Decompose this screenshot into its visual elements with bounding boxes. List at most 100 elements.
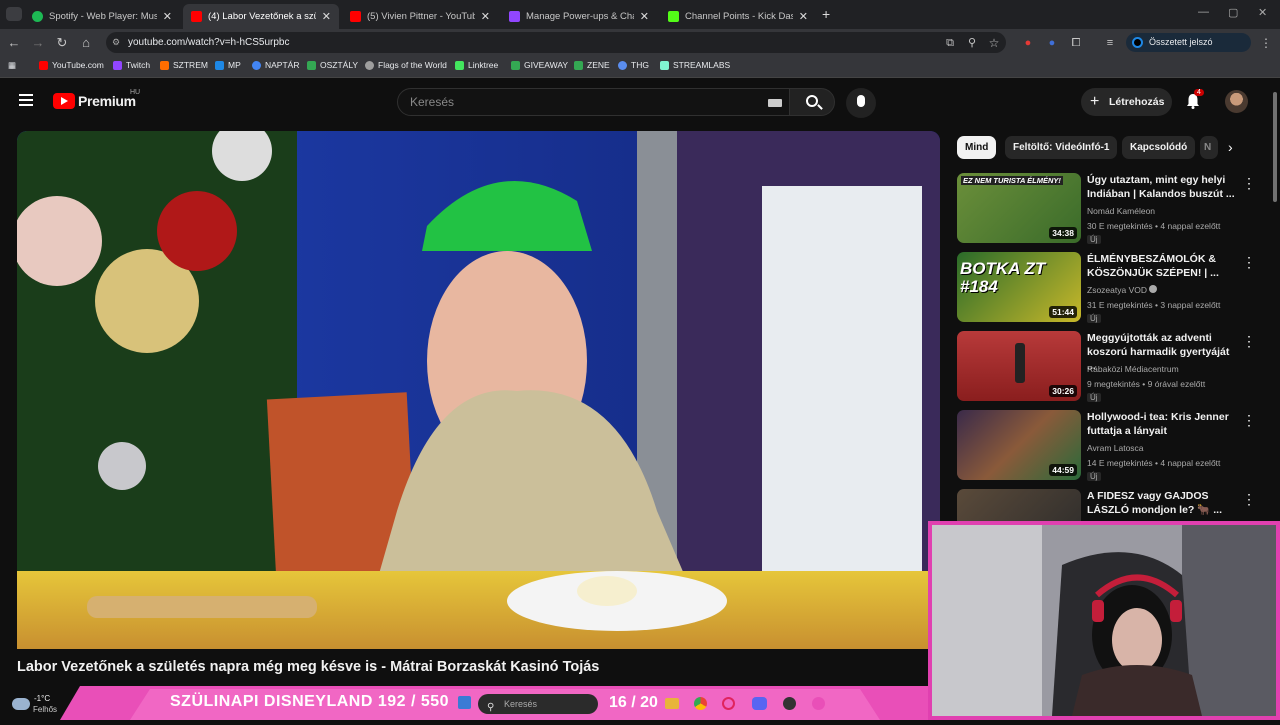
recommendation-item[interactable]: BOTKA ZT #184 51:44 ÉLMÉNYBESZÁMOLÓK & K… (957, 252, 1257, 324)
bookmark-icon (618, 60, 627, 70)
search-button[interactable] (789, 88, 835, 116)
zoom-icon[interactable]: ⚲ (963, 34, 981, 52)
rec-channel[interactable]: Rábaközi Médiacentrum (1087, 364, 1179, 374)
password-prompt-button[interactable]: Összetett jelszó megadása (1126, 33, 1251, 66)
maximize-button[interactable]: ▢ (1228, 6, 1238, 19)
taskbar-search[interactable]: ⚲ Keresés (478, 694, 598, 714)
reading-list-icon[interactable]: ≡ (1101, 34, 1119, 52)
bookmark-linktree[interactable]: Linktree (455, 60, 498, 70)
recommendation-item[interactable]: A FIDESZ vagy GAJDOS LÁSZLÓ mondjon le? … (957, 489, 1257, 521)
rec-title[interactable]: ÉLMÉNYBESZÁMOLÓK & KÖSZÖNJÜK SZÉPEN! | .… (1087, 252, 1237, 280)
recommendation-item[interactable]: 30:26 Meggyújtották az adventi koszorú h… (957, 331, 1257, 403)
rec-channel[interactable]: Avram Latosca (1087, 443, 1144, 453)
browser-menu-icon[interactable]: ⋮ (1257, 34, 1275, 52)
bookmark-streamlabs[interactable]: STREAMLABS (660, 60, 730, 70)
bookmark-giveaway[interactable]: GIVEAWAY (511, 60, 568, 70)
rec-title[interactable]: A FIDESZ vagy GAJDOS LÁSZLÓ mondjon le? … (1087, 489, 1237, 517)
url-bar[interactable]: ⚙ youtube.com/watch?v=h-hCS5urpbc (106, 32, 1006, 53)
recommendation-item[interactable]: 44:59 Hollywood-i tea: Kris Jenner futta… (957, 410, 1257, 482)
bookmark-twitch[interactable]: Twitch (113, 60, 150, 70)
discord-icon[interactable] (752, 697, 767, 710)
video-thumbnail[interactable]: 30:26 (957, 331, 1081, 401)
taskbar-search-placeholder: Keresés (504, 699, 538, 709)
bookmark-sztrem[interactable]: SZTREM (160, 60, 208, 70)
scrollbar-thumb[interactable] (1273, 92, 1277, 202)
close-icon[interactable]: ✕ (322, 10, 331, 23)
voice-search-button[interactable] (846, 88, 876, 118)
bookmark-label: SZTREM (173, 60, 208, 70)
tab-youtube-channel[interactable]: (5) Vivien Pittner - YouTube ✕ (342, 4, 498, 29)
chip-related[interactable]: Kapcsolódó (1122, 136, 1196, 159)
chip-all[interactable]: Mind (957, 136, 997, 159)
reload-button[interactable]: ↻ (53, 34, 71, 52)
logo-text[interactable]: Premium (78, 93, 136, 109)
tab-kick[interactable]: Channel Points - Kick Dashboar ✕ (660, 4, 816, 29)
chip-more[interactable]: N (1200, 136, 1218, 159)
video-thumbnail[interactable]: BOTKA ZT #184 51:44 (957, 252, 1081, 322)
youtube-icon (350, 11, 361, 22)
hamburger-menu-icon[interactable] (19, 94, 33, 96)
opera-icon[interactable] (722, 697, 735, 710)
bookmark-naptar[interactable]: NAPTÁR (252, 60, 299, 70)
video-thumbnail[interactable]: 44:59 (957, 410, 1081, 480)
weather-widget[interactable]: -1°C Felhős (0, 690, 62, 720)
extension-icon[interactable]: ● (1019, 34, 1037, 52)
bookmark-label: GIVEAWAY (524, 60, 569, 70)
video-duration: 44:59 (1049, 464, 1077, 476)
extension-icon[interactable]: ● (1043, 34, 1061, 52)
close-icon[interactable]: ✕ (799, 10, 808, 23)
avatar[interactable] (1225, 90, 1248, 113)
more-options-icon[interactable]: ⋮ (1242, 491, 1256, 508)
minimize-button[interactable]: — (1198, 6, 1209, 18)
home-icon[interactable]: ⌂ (77, 34, 95, 52)
search-input[interactable]: Keresés (397, 88, 790, 116)
more-options-icon[interactable]: ⋮ (1242, 333, 1256, 350)
video-thumbnail[interactable] (957, 489, 1081, 521)
apps-grid-icon[interactable]: ▦ (8, 60, 16, 71)
rec-channel-wrap[interactable]: Zsozeatya VOD (1087, 285, 1158, 295)
bookmark-star-icon[interactable]: ☆ (985, 34, 1003, 52)
video-thumbnail[interactable]: EZ NEM TURISTA ÉLMÉNY! 34:38 (957, 173, 1081, 243)
notifications-button[interactable]: 4 (1186, 89, 1204, 109)
tab-search-button[interactable] (6, 7, 22, 21)
extensions-puzzle-icon[interactable]: ⧠ (1067, 34, 1085, 52)
close-icon[interactable]: ✕ (640, 10, 649, 23)
more-options-icon[interactable]: ⋮ (1242, 175, 1256, 192)
video-player[interactable] (17, 131, 940, 649)
chip-uploader[interactable]: Feltöltő: VideóInfó-1 (1005, 136, 1118, 159)
rec-title[interactable]: Hollywood-i tea: Kris Jenner futtatja a … (1087, 410, 1237, 438)
bookmark-osztaly[interactable]: OSZTÁLY (307, 60, 358, 70)
tab-youtube-video[interactable]: (4) Labor Vezetőnek a születés ✕ (183, 4, 339, 29)
site-info-icon[interactable]: ⚙ (112, 32, 120, 53)
more-options-icon[interactable]: ⋮ (1242, 254, 1256, 271)
rec-channel[interactable]: Nomád Kaméleon (1087, 206, 1155, 216)
install-app-icon[interactable]: ⧉ (941, 34, 959, 52)
bookmark-thg[interactable]: THG (618, 60, 649, 70)
chevron-right-icon[interactable]: › (1228, 139, 1233, 155)
more-options-icon[interactable]: ⋮ (1242, 412, 1256, 429)
bookmark-flags[interactable]: Flags of the World (365, 60, 447, 70)
chrome-icon[interactable] (694, 697, 707, 710)
bookmark-youtube[interactable]: YouTube.com (39, 60, 104, 70)
recommendation-item[interactable]: EZ NEM TURISTA ÉLMÉNY! 34:38 Úgy utaztam… (957, 173, 1257, 245)
app-icon[interactable] (783, 697, 796, 710)
window-close-button[interactable]: ✕ (1258, 6, 1267, 19)
start-icon[interactable] (458, 696, 471, 709)
bookmark-zene[interactable]: ZENE (574, 60, 610, 70)
tab-spotify[interactable]: Spotify - Web Player: Music for ✕ (24, 4, 180, 29)
keyboard-icon[interactable] (768, 99, 782, 107)
create-button[interactable]: + Létrehozás (1081, 88, 1172, 116)
forward-button[interactable]: → (29, 34, 47, 52)
rec-channel[interactable]: Zsozeatya VOD (1087, 285, 1147, 295)
tab-twitch[interactable]: Manage Power-ups & Channel ✕ (501, 4, 657, 29)
close-icon[interactable]: ✕ (481, 10, 490, 23)
close-icon[interactable]: ✕ (163, 10, 172, 23)
new-tab-button[interactable]: + (822, 6, 830, 22)
app-icon[interactable] (812, 697, 825, 710)
bookmark-mp[interactable]: MP (215, 60, 241, 70)
file-explorer-icon[interactable] (665, 698, 679, 709)
rec-meta: 14 E megtekintés • 4 nappal ezelőtt (1087, 458, 1221, 468)
rec-title[interactable]: Úgy utaztam, mint egy helyi Indiában | K… (1087, 173, 1237, 201)
back-button[interactable]: ← (5, 34, 23, 52)
youtube-logo-icon[interactable] (53, 93, 75, 109)
